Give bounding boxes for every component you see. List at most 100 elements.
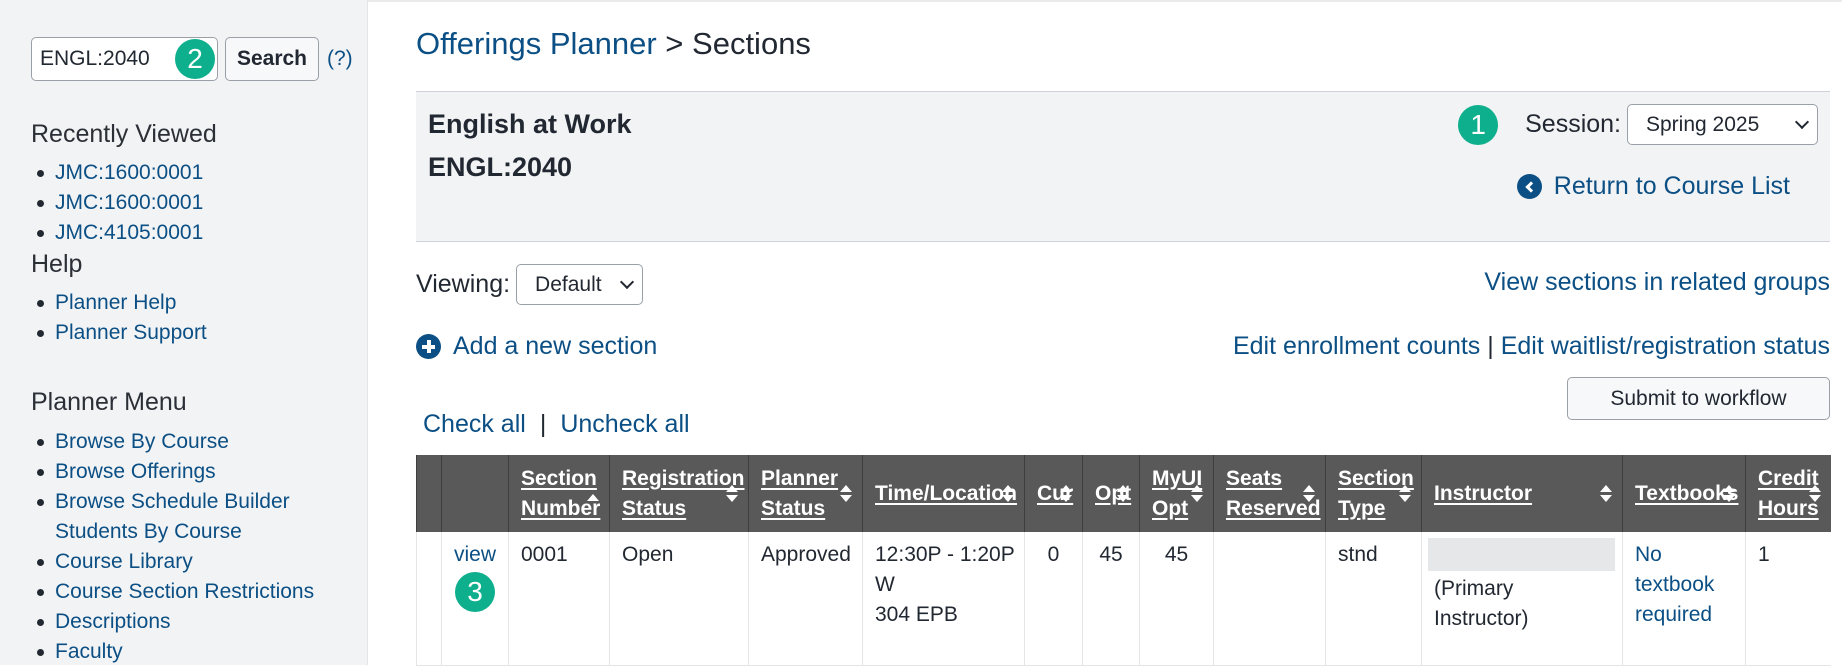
edit-links: Edit enrollment counts | Edit waitlist/r… <box>1233 332 1830 361</box>
sort-icon <box>1723 484 1735 503</box>
cur-cell: 0 <box>1024 532 1083 666</box>
textbook-link[interactable]: No textbook required <box>1635 543 1714 626</box>
sort-icon <box>840 484 852 503</box>
column-header-credit-hours[interactable]: Credit Hours <box>1745 455 1831 532</box>
descriptions-link[interactable]: Descriptions <box>55 610 171 633</box>
redacted-instructor-name <box>1428 538 1615 571</box>
search-button[interactable]: Search <box>225 37 319 81</box>
column-header-section-number[interactable]: Section Number <box>508 455 610 532</box>
planner-menu-item-continued: Students By Course <box>31 517 314 547</box>
chevron-down-icon <box>619 274 635 290</box>
course-title: English at Work <box>428 109 632 139</box>
search-help-link[interactable]: (?) <box>327 47 353 71</box>
edit-enrollment-counts-link[interactable]: Edit enrollment counts <box>1233 332 1480 360</box>
check-all-link[interactable]: Check all <box>423 410 526 438</box>
chevron-down-icon <box>1794 114 1810 130</box>
viewing-label: Viewing: <box>416 270 511 298</box>
column-header-time-location[interactable]: Time/Location <box>862 455 1025 532</box>
sections-table: Section Number Registration Status Planner… <box>416 455 1831 666</box>
search-input[interactable]: ENGL:2040 2 <box>31 37 218 81</box>
planner-menu-list: Browse By Course Browse Offerings Browse… <box>31 427 314 667</box>
check-controls: Check all | Uncheck all <box>423 410 690 439</box>
view-related-groups-link[interactable]: View sections in related groups <box>1484 268 1830 297</box>
sort-icon <box>587 493 599 512</box>
browse-schedule-builder-link[interactable]: Browse Schedule Builder <box>55 490 290 513</box>
bullet-icon <box>37 499 44 506</box>
session-select[interactable]: Spring 2025 <box>1627 104 1818 145</box>
breadcrumb-offerings-planner[interactable]: Offerings Planner <box>416 26 657 61</box>
chevron-left-circle-icon <box>1516 174 1542 199</box>
browse-offerings-link[interactable]: Browse Offerings <box>55 460 216 483</box>
meeting-location: 304 EPB <box>875 603 958 626</box>
course-header: English at Work ENGL:2040 1 Session: Spr… <box>416 91 1830 242</box>
view-section-link[interactable]: view <box>446 540 504 570</box>
column-header-instructor[interactable]: Instructor <box>1421 455 1623 532</box>
column-header-registration-status[interactable]: Registration Status <box>609 455 749 532</box>
meeting-time: 12:30P - 1:20P <box>875 543 1015 566</box>
help-list: Planner Help Planner Support <box>31 288 207 348</box>
column-header-planner-status[interactable]: Planner Status <box>748 455 863 532</box>
sidebar: ENGL:2040 2 Search (?) Recently Viewed J… <box>0 0 368 665</box>
faculty-link[interactable]: Faculty <box>55 640 123 663</box>
column-header-seats-reserved[interactable]: Seats Reserved <box>1213 455 1326 532</box>
sort-icon <box>1600 484 1612 503</box>
column-header-section-type[interactable]: Section Type <box>1325 455 1422 532</box>
recently-viewed-link[interactable]: JMC:1600:0001 <box>55 161 203 184</box>
recently-viewed-link[interactable]: JMC:1600:0001 <box>55 191 203 214</box>
column-header-myui-opt[interactable]: MyUI Opt <box>1139 455 1214 532</box>
viewing-select[interactable]: Default <box>516 264 644 305</box>
course-section-restrictions-link[interactable]: Course Section Restrictions <box>55 580 314 603</box>
viewing-selector: Viewing: Default <box>416 264 644 305</box>
breadcrumb: Offerings Planner > Sections <box>416 26 811 62</box>
edit-links-separator: | <box>1480 332 1501 360</box>
column-header-textbooks[interactable]: Textbooks <box>1622 455 1746 532</box>
annotation-badge-1: 1 <box>1458 104 1499 145</box>
breadcrumb-separator: > <box>656 26 693 61</box>
breadcrumb-current: Sections <box>692 26 811 61</box>
course-library-link[interactable]: Course Library <box>55 550 193 573</box>
session-label: Session: <box>1525 110 1621 138</box>
planner-menu-item: Browse By Course <box>31 427 314 457</box>
planner-menu-item: Descriptions <box>31 607 314 637</box>
viewing-select-value: Default <box>535 272 602 296</box>
check-separator: | <box>539 410 547 438</box>
add-section-link[interactable]: Add a new section <box>416 332 657 361</box>
meeting-days: W <box>875 573 895 596</box>
search-input-value: ENGL:2040 <box>40 47 150 70</box>
students-by-course-link[interactable]: Students By Course <box>55 520 242 543</box>
row-select-cell[interactable] <box>416 532 442 666</box>
column-header-view <box>441 455 509 532</box>
planner-menu-item: Course Section Restrictions <box>31 577 314 607</box>
plus-circle-icon <box>416 334 441 359</box>
planner-menu-heading: Planner Menu <box>31 388 187 416</box>
return-to-course-list-link[interactable]: Return to Course List <box>1516 172 1790 201</box>
column-header-select <box>416 455 442 532</box>
column-header-cur[interactable]: Cur <box>1024 455 1083 532</box>
planner-menu-item: Faculty <box>31 637 314 667</box>
registration-status-cell: Open <box>609 532 749 666</box>
sort-icon <box>1808 484 1821 503</box>
bullet-icon <box>37 200 44 207</box>
edit-waitlist-status-link[interactable]: Edit waitlist/registration status <box>1501 332 1830 360</box>
seats-reserved-cell <box>1213 532 1326 666</box>
planner-help-link[interactable]: Planner Help <box>55 291 176 314</box>
browse-by-course-link[interactable]: Browse By Course <box>55 430 229 453</box>
planner-menu-item: Browse Offerings <box>31 457 314 487</box>
session-selector: 1 Session: Spring 2025 <box>1458 104 1818 145</box>
recently-viewed-heading: Recently Viewed <box>31 120 217 148</box>
instructor-role: (Primary Instructor) <box>1434 577 1529 630</box>
submit-to-workflow-button[interactable]: Submit to workflow <box>1567 377 1830 420</box>
recently-viewed-item: JMC:4105:0001 <box>31 218 203 248</box>
planner-support-link[interactable]: Planner Support <box>55 321 207 344</box>
uncheck-all-link[interactable]: Uncheck all <box>560 410 689 438</box>
sort-icon <box>1060 484 1072 503</box>
recently-viewed-link[interactable]: JMC:4105:0001 <box>55 221 203 244</box>
bullet-icon <box>37 649 44 656</box>
myui-opt-cell: 45 <box>1139 532 1214 666</box>
sort-icon <box>1002 484 1014 503</box>
bullet-icon <box>37 330 44 337</box>
bullet-icon <box>37 300 44 307</box>
sort-icon <box>1191 484 1203 503</box>
column-header-opt[interactable]: Opt <box>1082 455 1140 532</box>
view-cell: view 3 <box>441 532 509 666</box>
